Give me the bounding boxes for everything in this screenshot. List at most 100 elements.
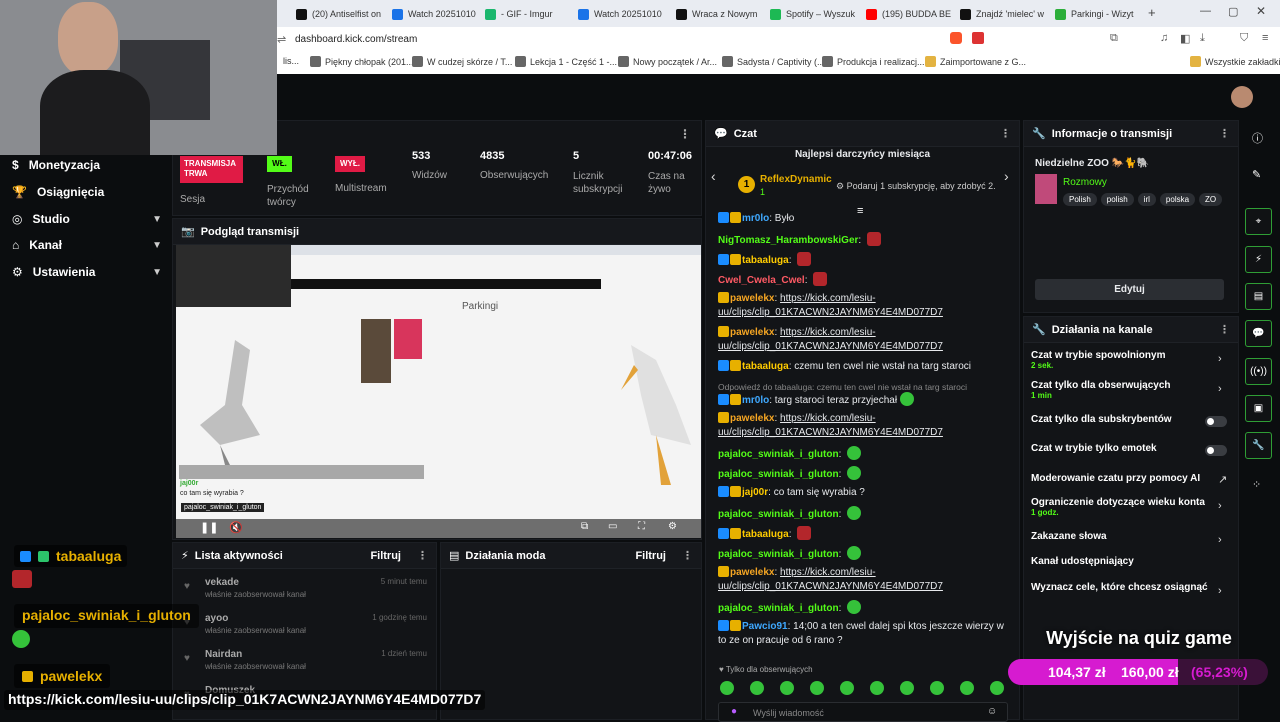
chat-username[interactable]: Cwel_Cwela_Cwel bbox=[718, 275, 805, 286]
gift-cta[interactable]: ⚙ Podaruj 1 subskrypcję, aby zdobyć 2. bbox=[836, 181, 996, 192]
edit-button[interactable]: Edytuj bbox=[1035, 279, 1224, 300]
chat-username[interactable]: tabaaluga bbox=[742, 529, 789, 540]
emote-icon[interactable] bbox=[720, 681, 734, 695]
bookmark-item[interactable]: Nowy początek / Ar... bbox=[618, 56, 717, 67]
fullscreen-icon[interactable]: ⛶ bbox=[638, 521, 645, 532]
settings-gear-icon[interactable]: ⚙ bbox=[668, 521, 677, 532]
chat-username[interactable]: Pawcio91 bbox=[742, 621, 788, 632]
category-name[interactable]: Rozmowy bbox=[1063, 177, 1107, 188]
tag-chip[interactable]: irl bbox=[1137, 193, 1156, 206]
info-icon[interactable]: ⓘ bbox=[1252, 130, 1263, 146]
more-icon[interactable]: ⁘ bbox=[1252, 478, 1261, 491]
url-text[interactable]: dashboard.kick.com/stream bbox=[295, 34, 417, 45]
browser-tab[interactable]: Wraca z Nowym bbox=[676, 4, 764, 24]
mic-icon[interactable]: ● bbox=[731, 706, 737, 717]
sidebar-icon[interactable]: ◧ bbox=[1180, 32, 1190, 45]
bookmark-item[interactable]: Piękny chłopak (201... bbox=[310, 56, 414, 67]
chevron-right-icon[interactable]: › bbox=[1004, 168, 1009, 184]
emote-icon[interactable] bbox=[960, 681, 974, 695]
bolt-rail-icon[interactable]: ⚡ bbox=[1245, 246, 1272, 273]
chat-username[interactable]: pawelekx bbox=[730, 413, 774, 424]
emote-icon[interactable] bbox=[930, 681, 944, 695]
chat-username[interactable]: pajaloc_swiniak_i_gluton bbox=[718, 509, 839, 520]
bookmark-item[interactable]: W cudzej skórze / T... bbox=[412, 56, 512, 67]
kebab-icon[interactable]: ⋮ bbox=[679, 127, 691, 141]
list-rail-icon[interactable]: ▤ bbox=[1245, 283, 1272, 310]
chat-username[interactable]: tabaaluga bbox=[742, 255, 789, 266]
minimize-icon[interactable]: — bbox=[1200, 5, 1211, 17]
browser-tab[interactable]: Watch 20251010 bbox=[392, 4, 480, 24]
emote-icon[interactable] bbox=[750, 681, 764, 695]
chat-username[interactable]: NigTomasz_HarambowskiGer bbox=[718, 235, 858, 246]
mod-filter-button[interactable]: Filtruj bbox=[635, 550, 666, 562]
tag-chip[interactable]: Polish bbox=[1063, 193, 1097, 206]
chat-username[interactable]: pajaloc_swiniak_i_gluton bbox=[718, 603, 839, 614]
browser-tab[interactable]: Znajdź 'mielec' w bbox=[960, 4, 1048, 24]
emote-icon[interactable] bbox=[990, 681, 1004, 695]
tag-chip[interactable]: polska bbox=[1159, 193, 1196, 206]
chat-username[interactable]: pawelekx bbox=[730, 293, 774, 304]
sidebar-item-kanal[interactable]: ⌂ Kanał ▼ bbox=[12, 238, 162, 252]
mute-icon[interactable]: 🔇 bbox=[229, 521, 243, 534]
sidebar-item-monetyzacja[interactable]: $ Monetyzacja bbox=[12, 158, 162, 172]
chat-rail-icon[interactable]: 💬 bbox=[1245, 320, 1272, 347]
broadcast-icon[interactable]: ((•)) bbox=[1245, 358, 1272, 385]
bookmark-item[interactable]: Produkcja i realizacj... bbox=[822, 56, 925, 67]
mod-rail-icon[interactable]: ▣ bbox=[1245, 395, 1272, 422]
kebab-icon[interactable]: ⋮ bbox=[1219, 127, 1230, 140]
emote-icon[interactable] bbox=[780, 681, 794, 695]
chat-username[interactable]: pawelekx bbox=[730, 327, 774, 338]
chat-username[interactable]: pajaloc_swiniak_i_gluton bbox=[718, 549, 839, 560]
emote-icon[interactable] bbox=[810, 681, 824, 695]
browser-tab[interactable]: Spotify – Wyszuk bbox=[770, 4, 858, 24]
chat-username[interactable]: pajaloc_swiniak_i_gluton bbox=[718, 449, 839, 460]
emote-icon[interactable] bbox=[840, 681, 854, 695]
chat-username[interactable]: mr0lo bbox=[742, 395, 769, 406]
tune-icon[interactable]: ⇌ bbox=[277, 33, 286, 46]
channel-action-item[interactable]: Zakazane słowa bbox=[1031, 531, 1231, 542]
menu-icon[interactable]: ≡ bbox=[1262, 32, 1268, 44]
maximize-icon[interactable]: ▢ bbox=[1228, 5, 1238, 18]
brave-shield-icon[interactable] bbox=[950, 32, 962, 44]
chat-input[interactable]: ● Wyślij wiadomość ☺ bbox=[718, 702, 1008, 722]
channel-action-item[interactable]: Ograniczenie dotyczące wieku konta 1 godz… bbox=[1031, 497, 1231, 517]
new-tab-button[interactable]: + bbox=[1148, 5, 1156, 20]
channel-action-item[interactable]: Czat w trybie spowolnionym 2 sek. bbox=[1031, 350, 1231, 370]
browser-tab[interactable]: (20) Antiselfist on bbox=[296, 4, 384, 24]
chevron-left-icon[interactable]: ‹ bbox=[711, 168, 716, 184]
rewards-icon[interactable] bbox=[972, 32, 984, 44]
sidebar-item-osiagniecia[interactable]: 🏆 Osiągnięcia bbox=[12, 185, 162, 199]
channel-action-item[interactable]: Czat tylko dla obserwujących 1 min bbox=[1031, 380, 1231, 400]
toggle-switch[interactable] bbox=[1205, 416, 1227, 427]
preview-video[interactable]: Parkingi jaj00r co tam się wyrabia ? paj… bbox=[176, 245, 701, 538]
chat-username[interactable]: pawelekx bbox=[730, 567, 774, 578]
chat-username[interactable]: pajaloc_swiniak_i_gluton bbox=[718, 469, 839, 480]
kebab-icon[interactable]: ⋮ bbox=[417, 549, 428, 562]
edit-icon[interactable]: ✎ bbox=[1252, 168, 1261, 181]
tag-chip[interactable]: polish bbox=[1100, 193, 1134, 206]
focus-icon[interactable]: ⌖ bbox=[1245, 208, 1272, 235]
extensions-icon[interactable]: ⧉ bbox=[1110, 32, 1118, 45]
kebab-icon[interactable]: ⋮ bbox=[1219, 323, 1230, 336]
channel-action-item[interactable]: Moderowanie czatu przy pomocy AI bbox=[1031, 473, 1231, 484]
theatre-icon[interactable]: ▭ bbox=[608, 521, 617, 532]
channel-action-item[interactable]: Wyznacz cele, które chcesz osiągnąć bbox=[1031, 582, 1231, 593]
bookmark-item[interactable]: Zaimportowane z G... bbox=[925, 56, 1026, 67]
tag-chip[interactable]: ZO bbox=[1199, 193, 1223, 206]
channel-action-item[interactable]: Czat w trybie tylko emotek bbox=[1031, 443, 1231, 454]
sidebar-item-ustawienia[interactable]: ⚙ Ustawienia ▼ bbox=[12, 265, 162, 279]
activity-filter-button[interactable]: Filtruj bbox=[370, 550, 401, 562]
chat-username[interactable]: jaj00r bbox=[742, 487, 768, 498]
browser-tab[interactable]: Watch 20251010 bbox=[578, 4, 666, 24]
wrench-rail-icon[interactable]: 🔧 bbox=[1245, 432, 1272, 459]
emote-icon[interactable] bbox=[870, 681, 884, 695]
bookmark-item[interactable]: lis... bbox=[283, 56, 299, 66]
chat-username[interactable]: mr0lo bbox=[742, 213, 769, 224]
download-icon[interactable]: ⤓ bbox=[1200, 32, 1205, 45]
sidebar-item-studio[interactable]: ◎ Studio ▼ bbox=[12, 212, 162, 226]
chat-username[interactable]: tabaaluga bbox=[742, 361, 789, 372]
toggle-switch[interactable] bbox=[1205, 445, 1227, 456]
emote-icon[interactable] bbox=[900, 681, 914, 695]
bookmark-item[interactable]: Wszystkie zakładki bbox=[1190, 56, 1280, 67]
browser-tab[interactable]: Parkingi - Wizyt bbox=[1055, 4, 1143, 24]
